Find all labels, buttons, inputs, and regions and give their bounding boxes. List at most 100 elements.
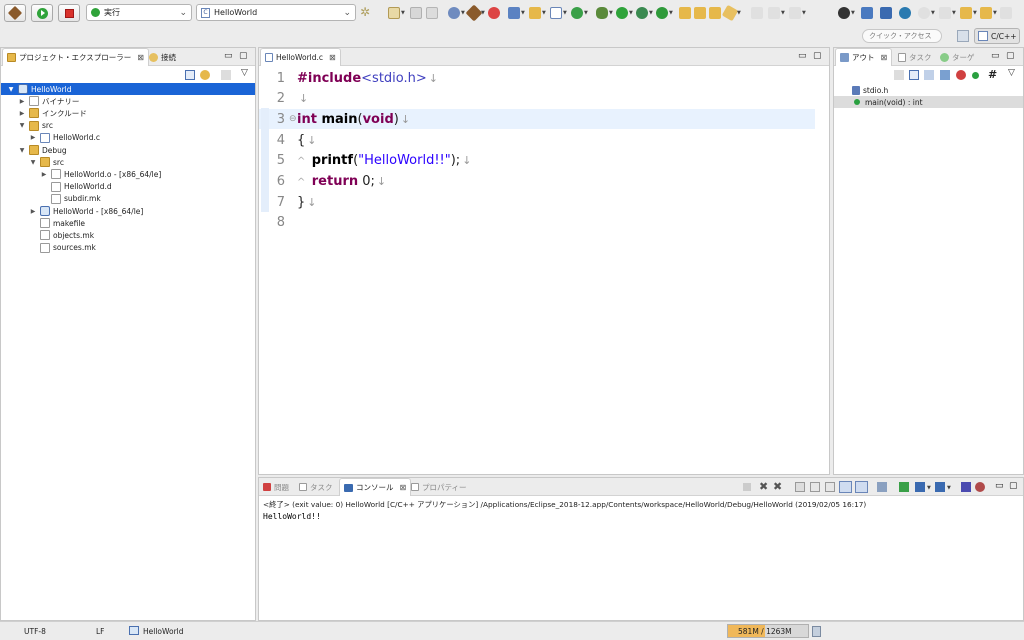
code-line[interactable]: 5 ^ printf("HelloWorld!!"); ↓ (259, 151, 815, 171)
trash-icon[interactable] (812, 626, 821, 637)
tab-outline[interactable]: アウト ⊠ (835, 48, 893, 66)
close-icon[interactable]: ⊠ (400, 483, 407, 492)
tree-item[interactable]: sources.mk (1, 242, 255, 254)
chevron-right-icon[interactable]: ▶ (40, 171, 48, 178)
chevron-down-icon[interactable]: ▼ (18, 147, 26, 154)
code-line[interactable]: 8 (259, 213, 815, 233)
run-button[interactable] (31, 4, 53, 22)
annotation-next-icon[interactable] (768, 7, 780, 19)
tree-item[interactable]: ▶ インクルード (1, 107, 255, 119)
tab-problems[interactable]: 問題 (263, 478, 289, 496)
next-edit-icon[interactable] (939, 7, 951, 19)
close-icon[interactable]: ⊠ (329, 53, 336, 62)
save-all-icon[interactable] (426, 7, 438, 19)
view-menu-icon[interactable]: ▽ (241, 68, 248, 78)
show-stdout-icon[interactable] (839, 481, 852, 493)
open-perspective-icon[interactable] (957, 30, 969, 42)
view-menu-icon[interactable]: ▽ (1008, 68, 1015, 78)
remove-all-icon[interactable]: ✖ (773, 480, 782, 493)
gear-icon[interactable]: ✲ (360, 5, 370, 19)
show-stderr-icon[interactable] (855, 481, 868, 493)
tree-item[interactable]: HelloWorld.d (1, 181, 255, 193)
tree-item[interactable]: ▶ HelloWorld - [x86_64/le] (1, 205, 255, 217)
profile-icon[interactable] (636, 7, 648, 19)
minimize-icon[interactable]: ▭ (224, 51, 233, 61)
monitor-icon[interactable] (861, 7, 873, 19)
terminal-icon[interactable] (880, 7, 892, 19)
tree-item[interactable]: ▶ HelloWorld.o - [x86_64/le] (1, 168, 255, 180)
terminate-icon[interactable] (743, 483, 751, 491)
forward-icon[interactable] (980, 7, 992, 19)
tree-item[interactable]: makefile (1, 217, 255, 229)
tab-connections[interactable]: 接続 (149, 48, 176, 66)
collapse-all-icon[interactable] (909, 70, 919, 80)
chevron-down-icon[interactable]: ▼ (7, 86, 15, 93)
quick-access-input[interactable] (862, 29, 942, 43)
tree-item[interactable]: ▶ バイナリー (1, 95, 255, 107)
collapse-all-icon[interactable] (185, 70, 195, 80)
user-icon[interactable] (838, 7, 850, 19)
new-icon[interactable] (388, 7, 400, 19)
sort-alpha-icon[interactable] (924, 70, 934, 80)
build-button[interactable] (4, 4, 26, 22)
code-line[interactable]: 1 #include<stdio.h> ↓ (259, 68, 815, 88)
clear-console-icon[interactable] (795, 482, 805, 492)
debug-icon[interactable] (571, 7, 583, 19)
chevron-right-icon[interactable]: ▶ (29, 134, 37, 141)
bug-icon[interactable] (596, 7, 608, 19)
tree-item[interactable]: ▼ src (1, 120, 255, 132)
search-icon[interactable] (709, 7, 721, 19)
tree-item[interactable]: subdir.mk (1, 193, 255, 205)
code-area[interactable]: 1 #include<stdio.h> ↓ 2 ↓ 3 ⊖ int main(void) ↓ 4{… (259, 66, 829, 474)
fold-icon[interactable]: ⊖ (289, 114, 297, 124)
launch-config-select[interactable]: C HelloWorld ⌄ (196, 4, 356, 21)
hammer-icon[interactable] (465, 4, 483, 22)
stop-button[interactable] (58, 4, 80, 22)
tree-item[interactable]: ▼ src (1, 156, 255, 168)
open-type-icon[interactable] (679, 7, 691, 19)
tab-tasks[interactable]: タスク (898, 48, 932, 66)
refresh-icon[interactable] (488, 7, 500, 19)
perspective-cpp-button[interactable]: C/C++ (974, 28, 1020, 44)
chevron-right-icon[interactable]: ▶ (29, 208, 37, 215)
tab-targets[interactable]: ターゲ (940, 48, 975, 66)
filter-icon[interactable] (221, 70, 231, 80)
code-line[interactable]: 7} ↓ (259, 192, 815, 212)
globe-icon[interactable] (899, 7, 911, 19)
chevron-down-icon[interactable]: ▼ (18, 122, 26, 129)
pin-console-icon[interactable] (877, 482, 887, 492)
minimize-icon[interactable]: ▭ (995, 481, 1004, 491)
code-line[interactable]: 6 ^ return 0; ↓ (259, 172, 815, 192)
annotation-prev-icon[interactable] (789, 7, 801, 19)
link-editor-icon[interactable] (200, 70, 210, 80)
tree-item[interactable]: ▼ HelloWorld (1, 83, 255, 95)
open-console-icon[interactable] (915, 482, 925, 492)
minimize-icon[interactable]: ▭ (798, 51, 807, 61)
tab-helloworld-c[interactable]: HelloWorld.c ⊠ (260, 48, 341, 66)
build-config-icon[interactable] (448, 7, 460, 19)
maximize-icon[interactable]: ▢ (1006, 51, 1015, 61)
maximize-icon[interactable]: ▢ (239, 51, 248, 61)
close-icon[interactable]: ⊠ (881, 53, 888, 62)
tab-properties[interactable]: プロパティー (411, 478, 467, 496)
tab-console[interactable]: コンソール ⊠ (339, 478, 412, 496)
sort-icon[interactable] (894, 70, 904, 80)
new-class-icon[interactable] (550, 7, 562, 19)
tree-item[interactable]: ▶ HelloWorld.c (1, 132, 255, 144)
tab-project-explorer[interactable]: プロジェクト・エクスプローラー ⊠ (2, 48, 149, 66)
mark-icon[interactable] (721, 4, 739, 22)
open-element-icon[interactable] (694, 7, 706, 19)
chevron-down-icon[interactable]: ▼ (29, 159, 37, 166)
lightbulb-icon[interactable] (918, 7, 930, 19)
external-tools-icon[interactable] (656, 7, 668, 19)
new-console-icon[interactable] (935, 482, 945, 492)
tab-tasks[interactable]: タスク (299, 478, 333, 496)
code-line[interactable]: 4{↓ (259, 130, 815, 150)
new-project-icon[interactable] (508, 7, 520, 19)
word-wrap-icon[interactable] (825, 482, 835, 492)
console-b-icon[interactable] (975, 482, 985, 492)
hash-icon[interactable]: # (988, 68, 997, 81)
new-folder-icon[interactable] (529, 7, 541, 19)
pin-icon[interactable] (751, 7, 763, 19)
back-icon[interactable] (960, 7, 972, 19)
